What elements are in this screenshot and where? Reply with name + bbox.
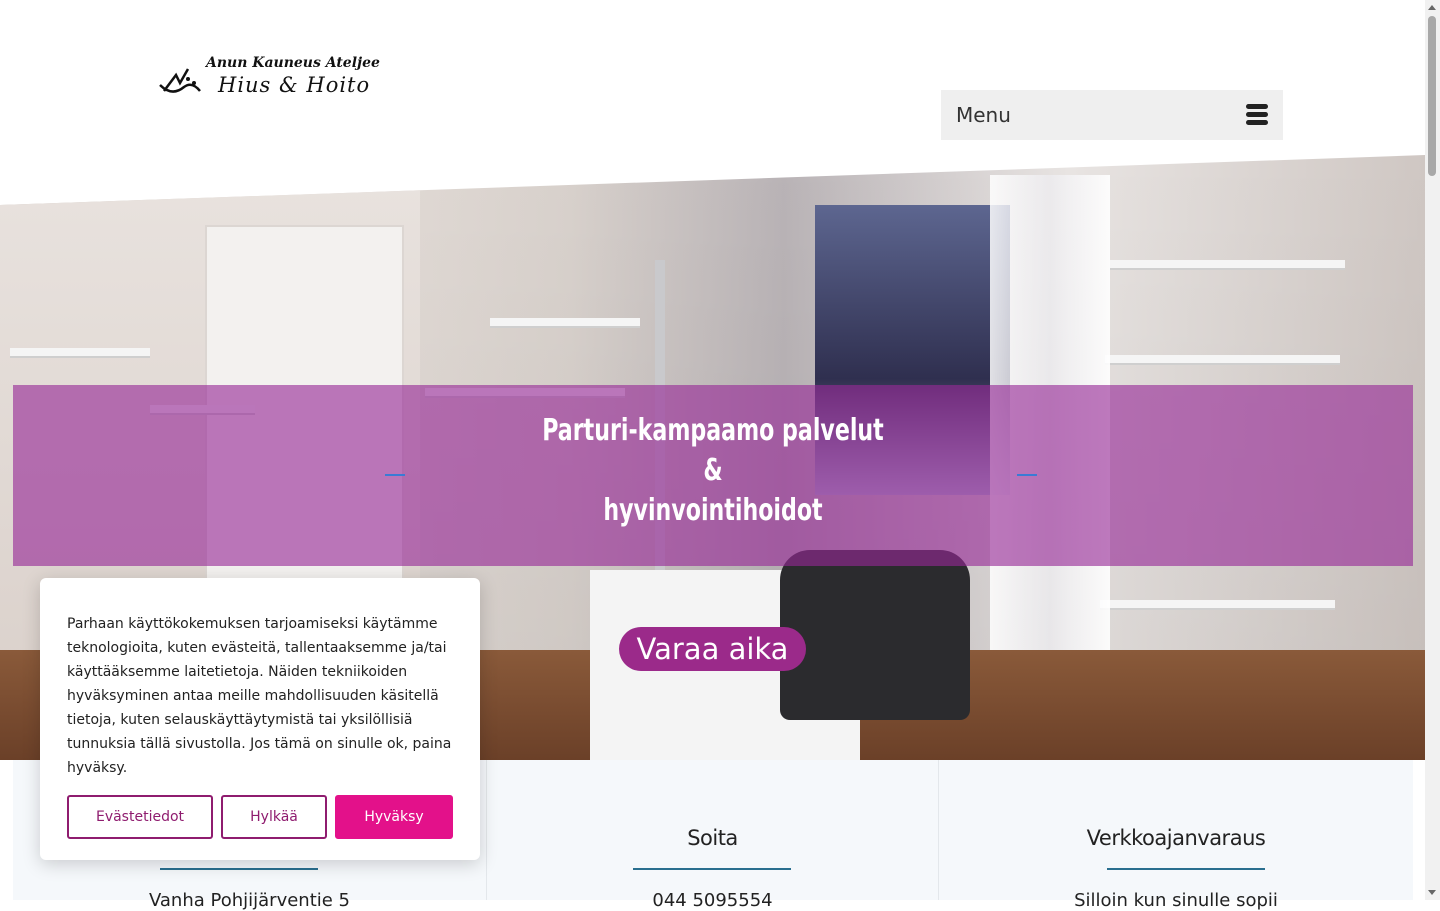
logo-text-top: Anun Kauneus Ateljee <box>206 55 380 71</box>
hero-title: Parturi-kampaamo palvelut & hyvinvointih… <box>139 411 1287 531</box>
scroll-up-icon[interactable] <box>1428 5 1436 10</box>
menu-label: Menu <box>956 103 1011 127</box>
info-column-call: Soita 044 5095554 <box>487 760 939 911</box>
hero-shelf <box>10 348 150 358</box>
hero-title-line1: Parturi-kampaamo palvelut <box>542 413 884 448</box>
page-scrollbar[interactable] <box>1425 0 1440 900</box>
info-title-call: Soita <box>687 826 738 850</box>
cookie-reject-button[interactable]: Hylkää <box>221 795 327 839</box>
info-divider <box>633 868 791 870</box>
menu-button[interactable]: Menu <box>941 90 1283 140</box>
hero-shelf <box>490 318 640 328</box>
hero-shelf <box>1105 355 1340 365</box>
hamburger-icon <box>1246 104 1268 126</box>
cookie-consent-dialog: Parhaan käyttökokemuksen tarjoamiseksi k… <box>40 578 480 860</box>
book-appointment-button[interactable]: Varaa aika <box>619 627 806 671</box>
cookie-details-button[interactable]: Evästetiedot <box>67 795 213 839</box>
info-text-address: Vanha Pohjijärventie 5 <box>148 890 351 911</box>
hero-title-line3: hyvinvointihoidot <box>603 493 823 528</box>
info-title-booking: Verkkoajanvaraus <box>1086 826 1266 850</box>
hero-banner: Parturi-kampaamo palvelut & hyvinvointih… <box>13 385 1413 566</box>
info-text-phone[interactable]: 044 5095554 <box>487 890 938 911</box>
hero-chair <box>780 550 970 720</box>
hero-title-line2: & <box>703 453 723 488</box>
hero-shelf <box>1110 260 1345 270</box>
info-divider <box>160 868 318 870</box>
site-logo[interactable]: Anun Kauneus Ateljee Hius & Hoito <box>158 55 418 105</box>
cookie-accept-button[interactable]: Hyväksy <box>335 795 453 839</box>
cookie-message: Parhaan käyttökokemuksen tarjoamiseksi k… <box>67 616 452 776</box>
scrollbar-thumb[interactable] <box>1428 16 1436 176</box>
logo-mark-icon <box>159 68 201 93</box>
scroll-down-icon[interactable] <box>1428 890 1436 895</box>
info-text-booking: Silloin kun sinulle sopii <box>1074 890 1278 911</box>
hero-shelf <box>1100 600 1335 610</box>
logo-text-bottom: Hius & Hoito <box>218 73 371 97</box>
info-divider <box>1107 868 1265 870</box>
info-column-booking: Verkkoajanvaraus Silloin kun sinulle sop… <box>939 760 1413 911</box>
